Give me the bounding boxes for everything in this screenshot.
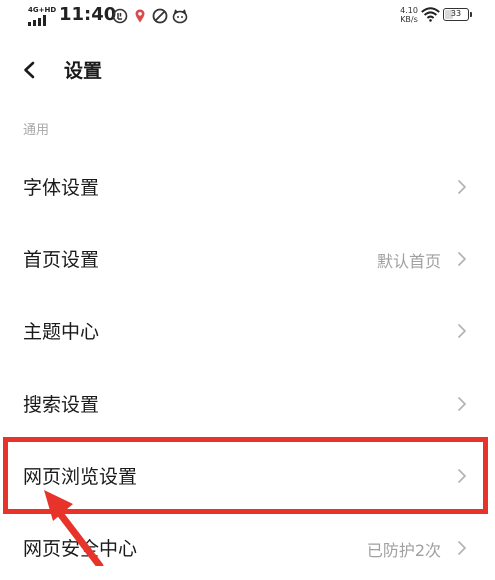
chevron-right-icon	[458, 324, 466, 338]
chevron-right-icon	[458, 469, 466, 483]
network-speed-unit: KB/s	[400, 15, 418, 24]
settings-item-value: 默认首页	[376, 252, 441, 271]
app-icon	[152, 8, 168, 24]
wifi-icon	[421, 7, 440, 22]
settings-item-label: 网页浏览设置	[23, 466, 138, 488]
settings-item-label: 网页安全中心	[23, 538, 138, 560]
chevron-right-icon	[458, 252, 466, 266]
settings-item-label: 字体设置	[23, 177, 100, 199]
signal-icon	[28, 15, 46, 26]
battery-icon: 33	[443, 8, 472, 21]
clock: 11:40	[59, 4, 117, 25]
settings-item-value: 已防护2次	[366, 541, 441, 560]
cellular-signal: 4G+HD	[28, 6, 56, 26]
network-type-label: 4G+HD	[28, 6, 57, 14]
network-speed: 4.10 KB/s	[398, 6, 420, 24]
back-button[interactable]	[12, 52, 48, 88]
network-speed-value: 4.10	[400, 6, 418, 15]
page-title: 设置	[64, 60, 103, 82]
settings-item-theme-center[interactable]: 主题中心	[0, 299, 495, 363]
settings-item-web-security[interactable]: 网页安全中心 已防护2次	[0, 516, 495, 580]
section-label: 通用	[23, 123, 50, 138]
settings-item-label: 主题中心	[23, 321, 100, 343]
settings-item-homepage[interactable]: 首页设置 默认首页	[0, 227, 495, 291]
location-pin-icon	[135, 9, 145, 23]
settings-item-label: 搜索设置	[23, 394, 100, 416]
settings-item-web-browsing[interactable]: 网页浏览设置	[0, 444, 495, 508]
settings-item-search[interactable]: 搜索设置	[0, 372, 495, 436]
notification-icon	[112, 8, 128, 24]
chevron-right-icon	[458, 541, 466, 555]
chevron-right-icon	[458, 180, 466, 194]
battery-level-text: 33	[450, 9, 462, 18]
cat-face-icon	[172, 9, 188, 24]
app-header: 设置	[0, 46, 495, 92]
chevron-left-icon	[24, 61, 35, 79]
chevron-right-icon	[458, 397, 466, 411]
settings-item-font[interactable]: 字体设置	[0, 155, 495, 219]
status-bar: 4G+HD 11:40 4.10 KB/s 33	[0, 0, 495, 34]
settings-item-label: 首页设置	[23, 249, 100, 271]
